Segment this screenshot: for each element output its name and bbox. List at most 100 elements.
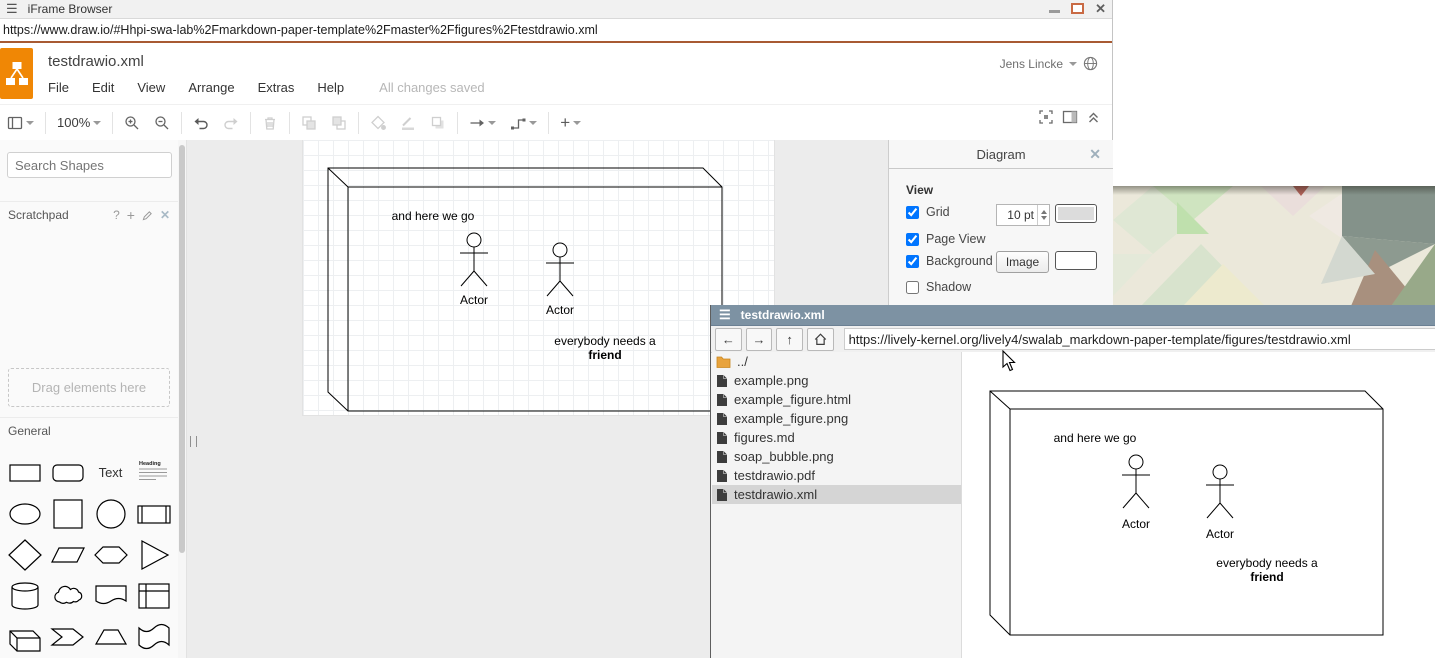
sidebar-scrollbar-thumb[interactable] (179, 145, 185, 553)
node-actor-1[interactable] (460, 233, 488, 286)
node-caption[interactable]: and here we go (392, 209, 475, 223)
browser-url-bar[interactable]: https://www.draw.io/#Hhpi-swa-lab%2Fmark… (0, 19, 1112, 43)
window-menu-icon[interactable]: ☰ (6, 1, 18, 17)
menu-view[interactable]: View (137, 80, 165, 95)
grid-size-spinner[interactable]: 10 pt (996, 204, 1050, 226)
zoom-out-button[interactable] (147, 105, 177, 140)
actor-1-label[interactable]: Actor (460, 293, 488, 307)
node-cube[interactable] (328, 168, 722, 411)
file-row[interactable]: example_figure.png (712, 409, 961, 428)
menu-extras[interactable]: Extras (258, 80, 295, 95)
shape-rectangle[interactable] (3, 452, 46, 493)
file-row[interactable]: testdrawio.pdf (712, 466, 961, 485)
connection-style-button[interactable] (462, 105, 503, 140)
waypoint-style-button[interactable] (503, 105, 544, 140)
file-name[interactable]: testdrawio.xml (734, 487, 817, 502)
splitter-grip-icon[interactable] (190, 436, 197, 447)
home-button[interactable] (807, 328, 834, 351)
user-name[interactable]: Jens Lincke (1000, 57, 1063, 71)
shape-diamond[interactable] (3, 534, 46, 575)
search-input[interactable] (8, 158, 195, 173)
shape-cube[interactable] (3, 616, 46, 657)
fullscreen-icon[interactable] (1038, 109, 1054, 125)
to-back-button[interactable] (324, 105, 354, 140)
delete-button[interactable] (255, 105, 285, 140)
shape-triangle[interactable] (132, 534, 175, 575)
scratchpad-section-header[interactable]: Scratchpad ? + ✕ (0, 201, 178, 228)
file-row[interactable]: figures.md (712, 428, 961, 447)
shape-internal-storage[interactable] (132, 575, 175, 616)
file-name[interactable]: ../ (737, 354, 748, 369)
browser-url-text[interactable]: https://www.draw.io/#Hhpi-swa-lab%2Fmark… (3, 23, 598, 37)
grid-color-swatch[interactable] (1055, 204, 1097, 223)
line-color-button[interactable] (393, 105, 423, 140)
scratchpad-add-icon[interactable]: + (127, 207, 135, 223)
shape-ellipse[interactable] (3, 493, 46, 534)
close-icon[interactable]: ✕ (1089, 146, 1101, 163)
fill-color-button[interactable] (363, 105, 393, 140)
spinner-up-icon[interactable] (1041, 210, 1047, 214)
format-panel-toggle-icon[interactable] (1062, 109, 1078, 125)
shadow-checkbox[interactable] (906, 281, 919, 294)
shape-parallelogram[interactable] (46, 534, 89, 575)
background-color-swatch[interactable] (1055, 251, 1097, 270)
file-row-parent[interactable]: ../ (712, 352, 961, 371)
spinner-arrows[interactable] (1037, 205, 1049, 225)
shape-rounded-rectangle[interactable] (46, 452, 89, 493)
file-row[interactable]: soap_bubble.png (712, 447, 961, 466)
shape-document[interactable] (89, 575, 132, 616)
back-button[interactable]: ← (715, 328, 742, 351)
file-name[interactable]: example.png (734, 373, 808, 388)
note-line1[interactable]: everybody needs a (554, 334, 656, 348)
menu-edit[interactable]: Edit (92, 80, 114, 95)
shape-process[interactable] (132, 493, 175, 534)
shape-tape[interactable] (132, 616, 175, 657)
minimize-button[interactable] (1049, 10, 1060, 13)
node-actor-2[interactable] (546, 243, 574, 296)
up-button[interactable]: ↑ (776, 328, 803, 351)
window-titlebar[interactable]: ☰ iFrame Browser ✕ (0, 0, 1112, 19)
forward-button[interactable]: → (746, 328, 773, 351)
shape-textbox[interactable]: Heading (132, 452, 175, 493)
actor-2-label[interactable]: Actor (546, 303, 574, 317)
shape-hexagon[interactable] (89, 534, 132, 575)
menu-help[interactable]: Help (317, 80, 344, 95)
file-name[interactable]: soap_bubble.png (734, 449, 834, 464)
file-name[interactable]: example_figure.html (734, 392, 851, 407)
page-view-button[interactable] (0, 105, 41, 140)
file-name[interactable]: testdrawio.pdf (734, 468, 815, 483)
image-button[interactable]: Image (996, 251, 1049, 273)
shape-cloud[interactable] (46, 575, 89, 616)
file-row[interactable]: example.png (712, 371, 961, 390)
sidebar-splitter[interactable] (186, 140, 200, 658)
file-row[interactable]: example_figure.html (712, 390, 961, 409)
note-line2[interactable]: friend (588, 348, 621, 362)
collapse-icon[interactable] (1086, 109, 1102, 125)
scratchpad-close-icon[interactable]: ✕ (160, 208, 170, 222)
grid-size-value[interactable]: 10 pt (997, 208, 1037, 222)
insert-button[interactable]: + (553, 105, 588, 140)
close-button[interactable]: ✕ (1095, 2, 1106, 15)
file-name[interactable]: figures.md (734, 430, 795, 445)
shape-square[interactable] (46, 493, 89, 534)
globe-icon[interactable] (1083, 56, 1098, 71)
shape-cylinder[interactable] (3, 575, 46, 616)
user-menu[interactable]: Jens Lincke (1000, 56, 1098, 71)
menu-arrange[interactable]: Arrange (188, 80, 234, 95)
file-name[interactable]: example_figure.png (734, 411, 848, 426)
zoom-level[interactable]: 100% (57, 115, 90, 130)
shape-search-box[interactable] (7, 152, 172, 178)
maximize-button[interactable] (1071, 3, 1084, 14)
general-section-header[interactable]: General (0, 417, 178, 444)
shape-step[interactable] (46, 616, 89, 657)
zoom-in-button[interactable] (117, 105, 147, 140)
file-window-titlebar[interactable]: ☰ testdrawio.xml (711, 305, 1435, 326)
shape-circle[interactable] (89, 493, 132, 534)
shape-text[interactable]: Text (89, 452, 132, 493)
shadow-button[interactable] (423, 105, 453, 140)
menu-file[interactable]: File (48, 80, 69, 95)
page-view-checkbox[interactable] (906, 233, 919, 246)
undo-button[interactable] (186, 105, 216, 140)
to-front-button[interactable] (294, 105, 324, 140)
window-menu-icon[interactable]: ☰ (719, 307, 731, 323)
